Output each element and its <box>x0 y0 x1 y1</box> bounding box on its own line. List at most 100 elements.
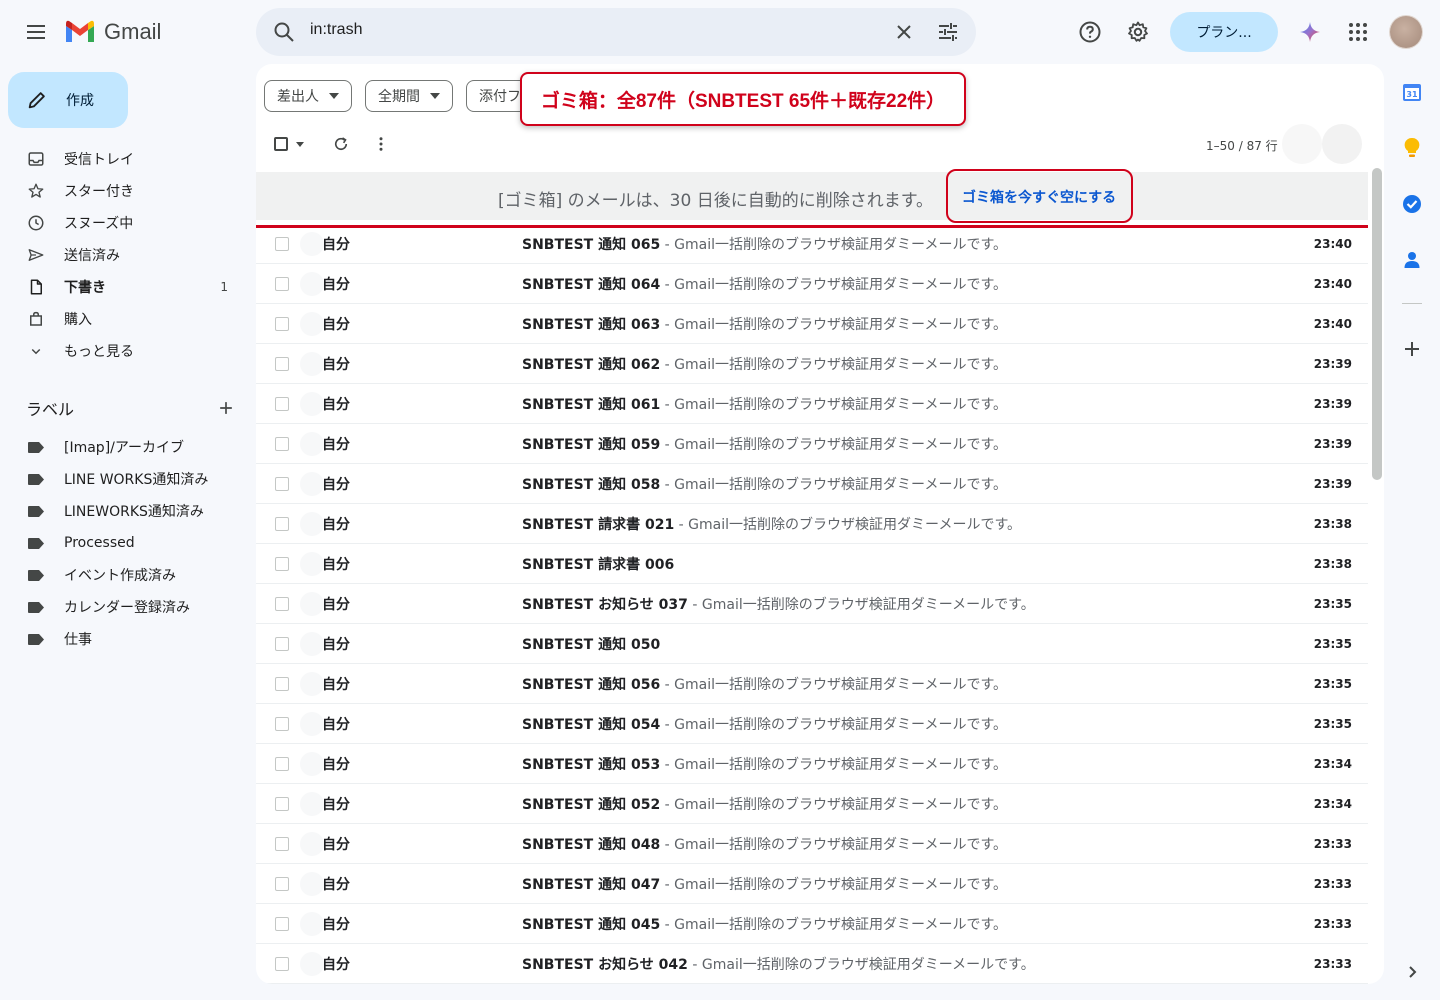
email-row[interactable]: 自分 SNBTEST 通知 064 - Gmail一括削除のブラウザ検証用ダミーメ… <box>256 264 1368 304</box>
row-checkbox[interactable] <box>275 597 289 611</box>
main-menu-button[interactable] <box>24 20 48 44</box>
get-addons-button[interactable] <box>1400 337 1424 361</box>
row-star-placeholder[interactable] <box>300 592 324 616</box>
select-all-checkbox[interactable] <box>274 134 304 154</box>
gmail-logo[interactable]: Gmail <box>64 18 161 46</box>
row-checkbox[interactable] <box>275 957 289 971</box>
search-options-icon[interactable] <box>936 20 960 44</box>
row-star-placeholder[interactable] <box>300 832 324 856</box>
email-row[interactable]: 自分 SNBTEST 通知 048 - Gmail一括削除のブラウザ検証用ダミーメ… <box>256 824 1368 864</box>
row-star-placeholder[interactable] <box>300 472 324 496</box>
newer-page-button[interactable] <box>1282 124 1322 164</box>
row-star-placeholder[interactable] <box>300 352 324 376</box>
row-checkbox[interactable] <box>275 757 289 771</box>
sidebar-item-sent[interactable]: 送信済み <box>0 239 256 271</box>
row-checkbox[interactable] <box>275 717 289 731</box>
label-item[interactable]: カレンダー登録済み <box>0 591 256 623</box>
email-row[interactable]: 自分 SNBTEST 通知 050 23:35 <box>256 624 1368 664</box>
sidebar-item-starred[interactable]: スター付き <box>0 175 256 207</box>
row-star-placeholder[interactable] <box>300 792 324 816</box>
email-row[interactable]: 自分 SNBTEST 通知 053 - Gmail一括削除のブラウザ検証用ダミーメ… <box>256 744 1368 784</box>
calendar-app-button[interactable]: 31 <box>1400 80 1424 104</box>
email-row[interactable]: 自分 SNBTEST 通知 054 - Gmail一括削除のブラウザ検証用ダミーメ… <box>256 704 1368 744</box>
more-actions-button[interactable] <box>372 134 390 154</box>
account-avatar[interactable] <box>1390 16 1422 48</box>
email-row[interactable]: 自分 SNBTEST 通知 052 - Gmail一括削除のブラウザ検証用ダミーメ… <box>256 784 1368 824</box>
label-item[interactable]: 仕事 <box>0 623 256 655</box>
add-label-icon[interactable] <box>216 398 236 418</box>
email-row[interactable]: 自分 SNBTEST 通知 065 - Gmail一括削除のブラウザ検証用ダミーメ… <box>256 224 1368 264</box>
gemini-button[interactable] <box>1298 20 1322 44</box>
row-checkbox[interactable] <box>275 317 289 331</box>
email-row[interactable]: 自分 SNBTEST 請求書 021 - Gmail一括削除のブラウザ検証用ダミー… <box>256 504 1368 544</box>
search-bar[interactable]: in:trash <box>256 8 976 56</box>
label-item[interactable]: Processed <box>0 527 256 559</box>
filter-from-chip[interactable]: 差出人 <box>264 80 352 112</box>
sidebar-item-more[interactable]: もっと見る <box>0 335 256 367</box>
row-checkbox[interactable] <box>275 477 289 491</box>
email-row[interactable]: 自分 SNBTEST 通知 059 - Gmail一括削除のブラウザ検証用ダミーメ… <box>256 424 1368 464</box>
label-item[interactable]: イベント作成済み <box>0 559 256 591</box>
label-item[interactable]: LINEWORKS通知済み <box>0 495 256 527</box>
row-star-placeholder[interactable] <box>300 712 324 736</box>
row-star-placeholder[interactable] <box>300 272 324 296</box>
settings-button[interactable] <box>1126 20 1150 44</box>
row-checkbox[interactable] <box>275 877 289 891</box>
row-checkbox[interactable] <box>275 917 289 931</box>
clear-search-icon[interactable] <box>892 20 916 44</box>
row-star-placeholder[interactable] <box>300 632 324 656</box>
row-checkbox[interactable] <box>275 797 289 811</box>
row-star-placeholder[interactable] <box>300 392 324 416</box>
email-row[interactable]: 自分 SNBTEST 通知 063 - Gmail一括削除のブラウザ検証用ダミーメ… <box>256 304 1368 344</box>
row-star-placeholder[interactable] <box>300 512 324 536</box>
older-page-button[interactable] <box>1322 124 1362 164</box>
row-star-placeholder[interactable] <box>300 752 324 776</box>
email-row[interactable]: 自分 SNBTEST 通知 056 - Gmail一括削除のブラウザ検証用ダミーメ… <box>256 664 1368 704</box>
email-row[interactable]: 自分 SNBTEST 通知 062 - Gmail一括削除のブラウザ検証用ダミーメ… <box>256 344 1368 384</box>
email-row[interactable]: 自分 SNBTEST お知らせ 042 - Gmail一括削除のブラウザ検証用ダミ… <box>256 944 1368 984</box>
keep-app-button[interactable] <box>1400 136 1424 160</box>
row-star-placeholder[interactable] <box>300 872 324 896</box>
search-icon[interactable] <box>272 20 296 44</box>
contacts-app-button[interactable] <box>1400 248 1424 272</box>
sidebar-item-drafts[interactable]: 下書き 1 <box>0 271 256 303</box>
email-row[interactable]: 自分 SNBTEST 通知 045 - Gmail一括削除のブラウザ検証用ダミーメ… <box>256 904 1368 944</box>
email-row[interactable]: 自分 SNBTEST 通知 058 - Gmail一括削除のブラウザ検証用ダミーメ… <box>256 464 1368 504</box>
row-star-placeholder[interactable] <box>300 232 324 256</box>
label-item[interactable]: [Imap]/アーカイブ <box>0 431 256 463</box>
empty-trash-link[interactable]: ゴミ箱を今すぐ空にする <box>962 187 1116 207</box>
email-row[interactable]: 自分 SNBTEST 通知 047 - Gmail一括削除のブラウザ検証用ダミーメ… <box>256 864 1368 904</box>
sidebar-item-inbox[interactable]: 受信トレイ <box>0 143 256 175</box>
row-checkbox[interactable] <box>275 557 289 571</box>
row-checkbox[interactable] <box>275 277 289 291</box>
row-star-placeholder[interactable] <box>300 432 324 456</box>
refresh-button[interactable] <box>332 134 350 154</box>
email-row[interactable]: 自分 SNBTEST 請求書 006 23:38 <box>256 544 1368 584</box>
row-checkbox[interactable] <box>275 357 289 371</box>
row-star-placeholder[interactable] <box>300 952 324 976</box>
row-checkbox[interactable] <box>275 437 289 451</box>
row-checkbox[interactable] <box>275 517 289 531</box>
row-star-placeholder[interactable] <box>300 552 324 576</box>
tasks-app-button[interactable] <box>1400 192 1424 216</box>
scrollbar-thumb[interactable] <box>1372 168 1382 480</box>
email-row[interactable]: 自分 SNBTEST お知らせ 037 - Gmail一括削除のブラウザ検証用ダミ… <box>256 584 1368 624</box>
email-row[interactable]: 自分 SNBTEST 通知 061 - Gmail一括削除のブラウザ検証用ダミーメ… <box>256 384 1368 424</box>
plan-button[interactable]: プラン... <box>1170 12 1278 52</box>
row-star-placeholder[interactable] <box>300 312 324 336</box>
row-checkbox[interactable] <box>275 837 289 851</box>
show-side-panel-button[interactable] <box>1400 960 1424 984</box>
row-checkbox[interactable] <box>275 677 289 691</box>
row-checkbox[interactable] <box>275 637 289 651</box>
sidebar-item-purchases[interactable]: 購入 <box>0 303 256 335</box>
help-button[interactable] <box>1078 20 1102 44</box>
label-item[interactable]: LINE WORKS通知済み <box>0 463 256 495</box>
row-star-placeholder[interactable] <box>300 912 324 936</box>
row-checkbox[interactable] <box>275 237 289 251</box>
row-star-placeholder[interactable] <box>300 672 324 696</box>
sidebar-item-snoozed[interactable]: スヌーズ中 <box>0 207 256 239</box>
compose-button[interactable]: 作成 <box>8 72 128 128</box>
filter-date-chip[interactable]: 全期間 <box>365 80 453 112</box>
row-checkbox[interactable] <box>275 397 289 411</box>
apps-button[interactable] <box>1346 20 1370 44</box>
